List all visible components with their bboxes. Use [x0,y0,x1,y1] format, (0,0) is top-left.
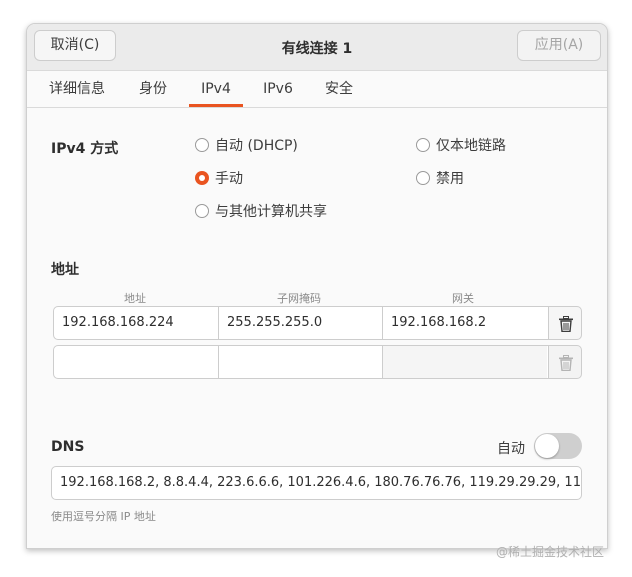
dns-hint: 使用逗号分隔 IP 地址 [51,510,156,523]
column-header-address: 地址 [124,292,146,305]
column-header-netmask: 子网掩码 [277,292,321,305]
cancel-button[interactable]: 取消(C) [34,30,116,61]
dns-auto-switch[interactable] [534,433,582,459]
column-header-gateway: 网关 [452,292,474,305]
radio-label: 禁用 [436,171,464,187]
tab-details[interactable]: 详细信息 [37,71,117,107]
connection-settings-window: 取消(C) 有线连接 1 应用(A) 详细信息 身份 IPv4 IPv6 安全 … [26,23,608,549]
delete-address-button[interactable] [548,306,582,340]
netmask-input[interactable]: 255.255.255.0 [218,307,382,339]
radio-label: 与其他计算机共享 [215,204,327,220]
address-input[interactable]: 192.168.168.224 [54,307,218,339]
apply-button[interactable]: 应用(A) [517,30,601,61]
delete-address-button[interactable] [548,345,582,379]
netmask-input[interactable] [218,346,382,378]
trash-icon [559,355,573,371]
radio-label: 手动 [215,171,243,187]
radio-circle-icon [195,204,209,218]
radio-circle-icon [195,138,209,152]
radio-circle-icon [416,171,430,185]
tab-identity[interactable]: 身份 [127,71,179,107]
tab-security[interactable]: 安全 [313,71,365,107]
address-input[interactable] [54,346,218,378]
address-row: 192.168.168.224 255.255.255.0 192.168.16… [53,306,580,340]
gateway-input[interactable] [382,346,547,378]
dns-section-label: DNS [51,439,85,455]
ipv4-method-label: IPv4 方式 [51,141,119,157]
dns-auto-label: 自动 [497,441,525,457]
window-title: 有线连接 1 [281,41,353,57]
radio-selected-icon [195,171,209,185]
address-row [53,345,580,379]
switch-knob [535,434,559,458]
ipv4-page: IPv4 方式 自动 (DHCP) 仅本地链路 手动 禁用 与其他计算机共享 地… [27,108,607,548]
radio-circle-icon [416,138,430,152]
gateway-input[interactable]: 192.168.168.2 [382,307,547,339]
address-section-label: 地址 [51,262,79,278]
radio-label: 自动 (DHCP) [215,138,298,154]
tab-ipv4[interactable]: IPv4 [189,71,243,107]
trash-icon [559,316,573,332]
radio-label: 仅本地链路 [436,138,506,154]
watermark: @稀土掘金技术社区 [496,545,605,559]
dns-input[interactable]: 192.168.168.2, 8.8.4.4, 223.6.6.6, 101.2… [51,466,582,500]
tab-ipv6[interactable]: IPv6 [253,71,303,107]
tab-bar: 详细信息 身份 IPv4 IPv6 安全 [27,71,607,108]
header-bar: 取消(C) 有线连接 1 应用(A) [27,24,607,71]
